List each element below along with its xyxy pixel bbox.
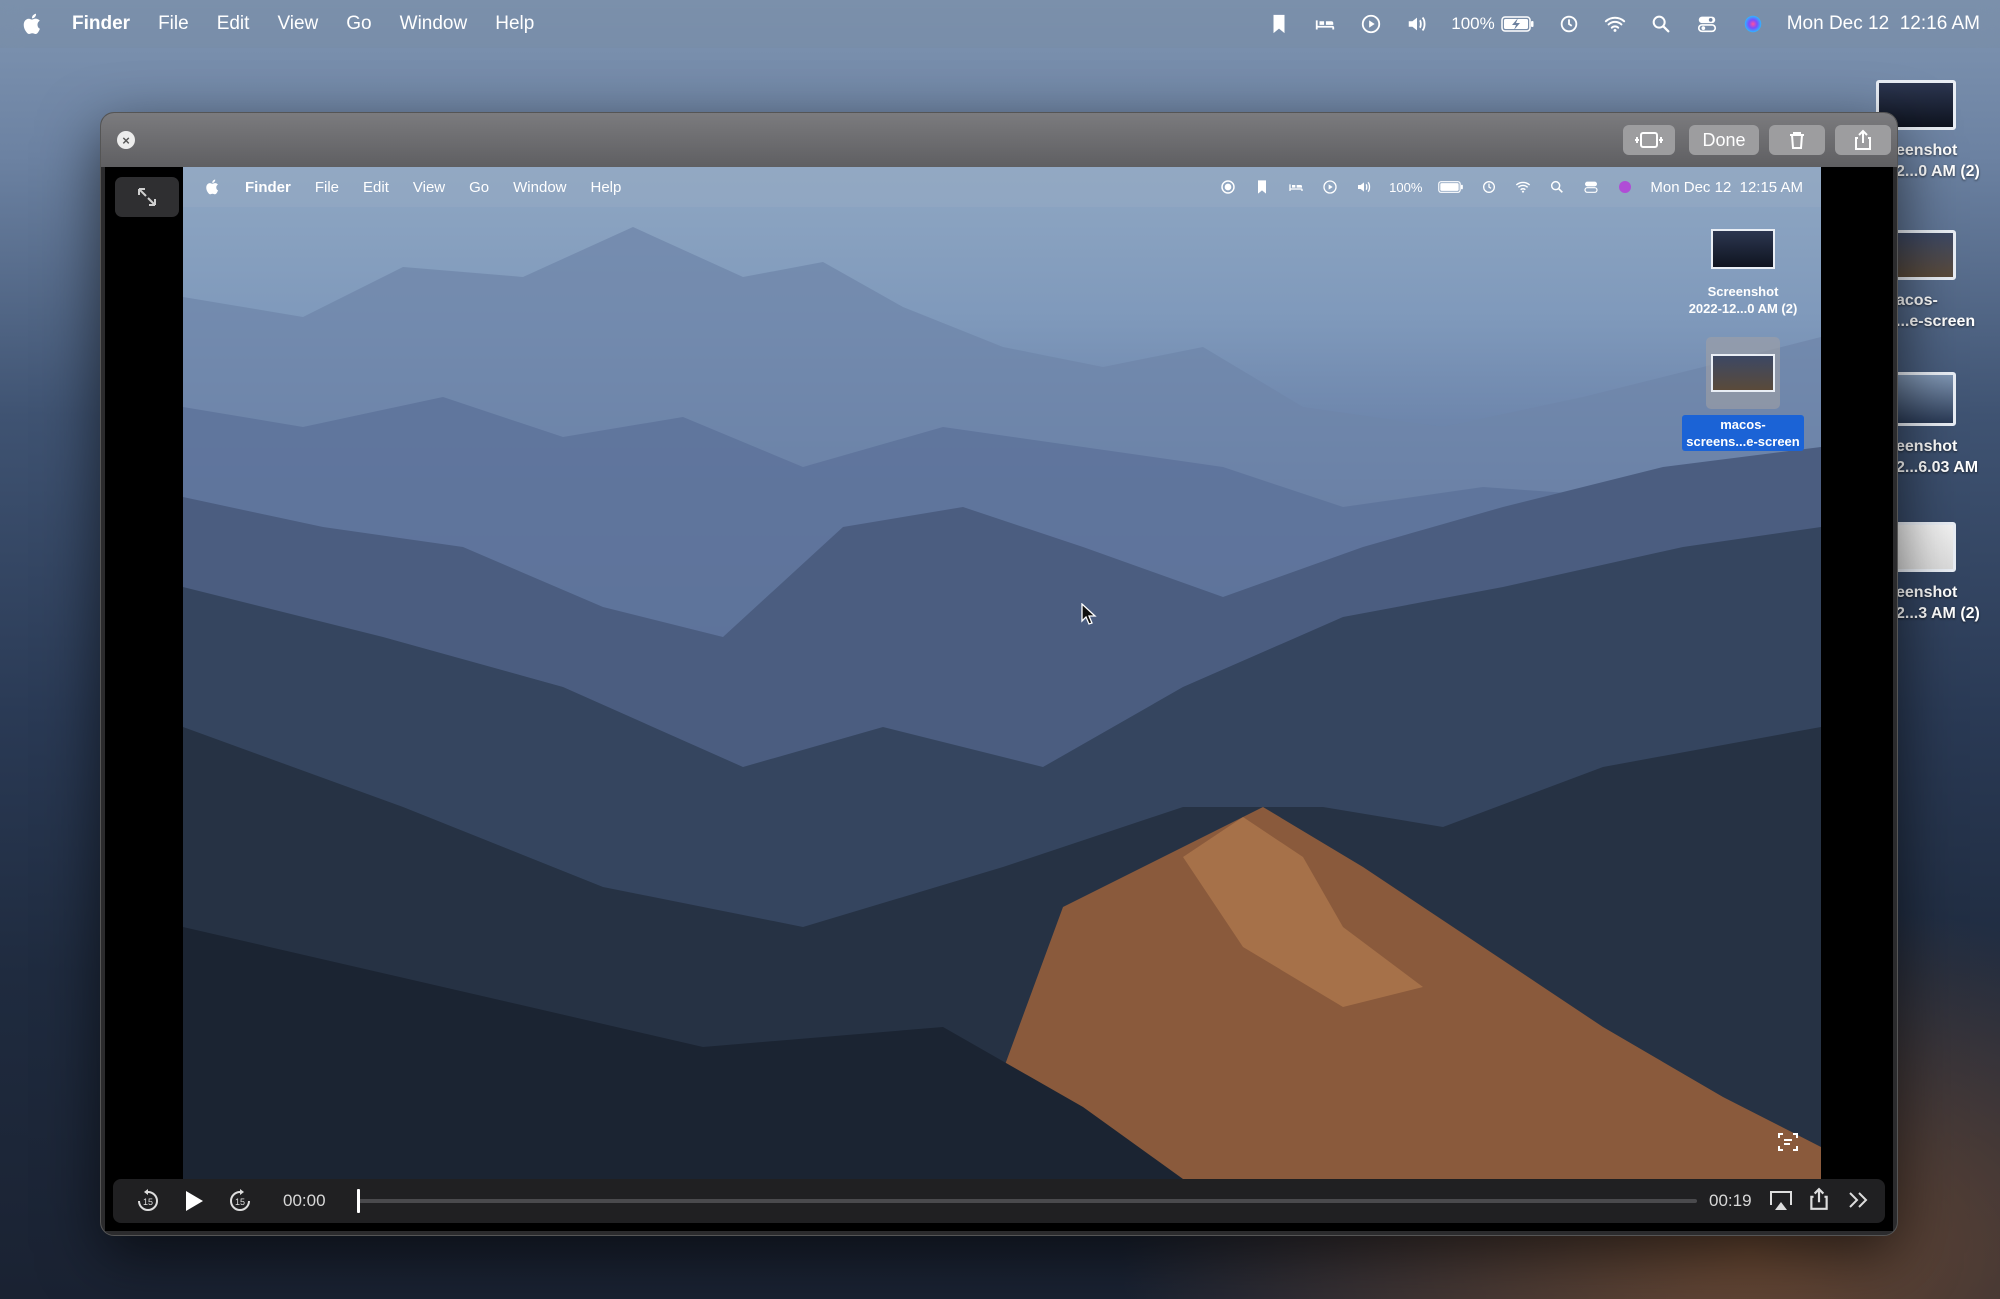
video-viewport[interactable]: Finder File Edit View Go Window Help 100… [105,167,1893,1231]
menu-help[interactable]: Help [495,13,534,35]
menu-window[interactable]: Window [400,13,468,35]
play-button[interactable] [183,1189,205,1213]
trim-button[interactable] [1623,125,1675,155]
battery-status[interactable]: 100% [1451,14,1534,34]
wifi-icon [1514,178,1532,196]
scrubber-track[interactable] [357,1199,1697,1203]
menu-go[interactable]: Go [346,13,371,35]
share-icon [1855,129,1871,150]
recorded-menu-view: View [412,178,446,196]
play-icon [186,1191,203,1211]
done-button[interactable]: Done [1689,125,1759,155]
scrubber-handle[interactable] [357,1189,360,1213]
file-thumbnail-selected [1706,337,1780,409]
trash-icon [1790,132,1804,149]
apple-menu-icon[interactable] [22,12,44,36]
menu-file[interactable]: File [158,13,189,35]
recorded-file-label-line2: screens...e-screen [1686,434,1800,449]
skip-back-15-button[interactable]: 15 [135,1188,161,1214]
quick-look-titlebar: × Done [101,113,1897,167]
control-center-icon [1582,178,1600,196]
live-text-icon[interactable] [1777,1131,1799,1153]
airplay-icon [1770,1191,1792,1210]
recorded-menu-edit: Edit [363,178,389,196]
volume-icon [1355,178,1373,196]
mouse-pointer-icon [1081,603,1097,625]
wifi-icon[interactable] [1603,12,1627,36]
siri-icon [1616,178,1634,196]
now-playing-icon[interactable] [1359,12,1383,36]
mountain-landscape-image [183,227,1821,1179]
battery-charging-icon [1438,181,1464,193]
recorded-screen: Finder File Edit View Go Window Help 100… [183,167,1821,1179]
recorded-menu-help: Help [590,178,622,196]
share-button[interactable] [1835,125,1891,155]
menu-app-finder[interactable]: Finder [72,13,130,35]
battery-percent: 100% [1451,14,1495,33]
total-time: 00:19 [1709,1191,1752,1210]
battery-charging-icon [1500,16,1534,32]
recorded-menu-app: Finder [245,178,291,196]
recorded-menu-go: Go [469,178,490,196]
recorded-menu-bar: Finder File Edit View Go Window Help 100… [183,167,1821,207]
sleep-bed-icon[interactable] [1313,12,1337,36]
svg-text:15: 15 [143,1197,153,1207]
close-icon: × [122,132,130,148]
recorded-file-label-line1: Screenshot [1707,284,1779,299]
skip-forward-15-button[interactable]: 15 [227,1188,253,1214]
recorded-file-label-line2: 2022-12...0 AM (2) [1688,301,1798,316]
skip-back-15-icon: 15 [138,1189,158,1211]
control-center-icon[interactable] [1695,12,1719,36]
volume-icon[interactable] [1405,12,1429,36]
recorded-battery-percent: 100% [1389,179,1423,195]
trim-icon [1635,132,1663,148]
recorded-menu-file: File [314,178,340,196]
share-icon [1810,1187,1828,1210]
bookmark-icon[interactable] [1267,12,1291,36]
current-time: 00:00 [283,1191,326,1210]
recorded-clock: Mon Dec 12 12:15 AM [1650,178,1803,196]
time-machine-icon [1480,178,1498,196]
spotlight-search-icon[interactable] [1649,12,1673,36]
expand-arrows-icon [138,188,156,206]
recorded-file-label-line1: macos- [1720,417,1766,432]
airplay-button[interactable] [1769,1189,1793,1211]
recorded-desktop-file-screenshot: Screenshot 2022-12...0 AM (2) [1673,229,1813,317]
menu-bar: Finder File Edit View Go Window Help 100… [0,0,2000,48]
delete-button[interactable] [1769,125,1825,155]
record-stop-icon [1219,178,1237,196]
more-options-button[interactable] [1847,1190,1871,1210]
spotlight-search-icon [1548,178,1566,196]
fullscreen-button[interactable] [115,177,179,217]
now-playing-icon [1321,178,1339,196]
svg-text:15: 15 [235,1197,245,1207]
skip-forward-15-icon: 15 [230,1189,250,1211]
sleep-bed-icon [1287,178,1305,196]
menubar-clock[interactable]: Mon Dec 12 12:16 AM [1787,13,1980,35]
recorded-menu-window: Window [513,178,567,196]
file-thumbnail [1711,229,1775,269]
bookmark-icon [1253,178,1271,196]
close-button[interactable]: × [117,131,135,149]
menu-view[interactable]: View [277,13,318,35]
time-machine-icon[interactable] [1557,12,1581,36]
apple-menu-icon [205,178,221,196]
menu-edit[interactable]: Edit [217,13,250,35]
quick-look-window: × Done Finder File Edit View Go Window H… [100,112,1898,1236]
double-chevron-right-icon [1849,1192,1868,1208]
recorded-desktop-file-macos-screen: macos- screens...e-screen [1673,337,1813,451]
siri-icon[interactable] [1741,12,1765,36]
share-video-button[interactable] [1809,1187,1829,1211]
playback-controls: 15 15 00:00 00:19 [113,1179,1885,1223]
